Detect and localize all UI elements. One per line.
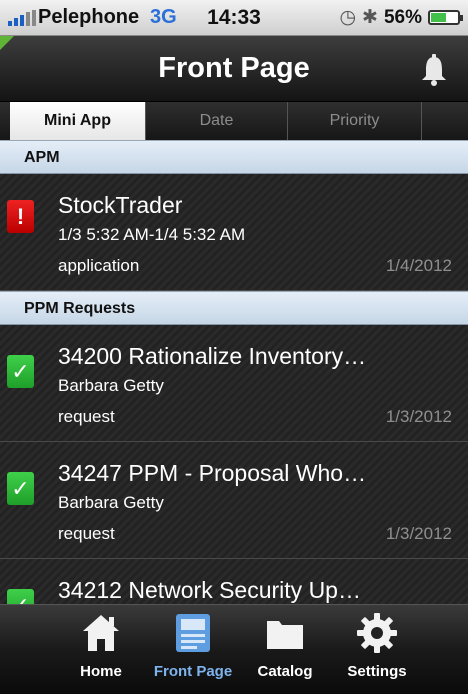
item-type: application <box>58 256 140 275</box>
page-title: Front Page <box>158 52 310 84</box>
list-item[interactable]: ✓ 34247 PPM - Proposal Who… Barbara Gett… <box>0 442 468 559</box>
tab-mini-app[interactable]: Mini App <box>10 102 146 140</box>
corner-indicator <box>0 36 14 50</box>
item-date: 1/3/2012 <box>385 407 452 426</box>
item-subtitle: Barbara Getty <box>58 376 164 395</box>
tab-priority[interactable]: Priority <box>288 102 422 140</box>
item-date: 1/4/2012 <box>385 256 452 275</box>
battery-icon <box>428 10 463 25</box>
check-icon: ✓ <box>7 589 34 604</box>
clock-icon: ◷ <box>339 7 357 28</box>
list-item[interactable]: ✓ 34212 Network Security Up… <box>0 559 468 604</box>
status-bar: Pelephone 3G 14:33 ◷ ✱ 56% <box>0 0 468 36</box>
folder-icon <box>267 621 303 649</box>
tabbar-label: Home <box>80 663 122 680</box>
item-title: 34247 PPM - Proposal Who… <box>58 460 367 486</box>
section-header-ppm-requests: PPM Requests <box>0 291 468 325</box>
nav-bar: Front Page <box>0 36 468 102</box>
item-title: StockTrader <box>58 192 183 218</box>
tabbar-front-page[interactable]: Front Page <box>141 611 245 680</box>
status-right: ◷ ✱ 56% <box>339 6 463 29</box>
check-icon: ✓ <box>7 472 34 505</box>
list-item[interactable]: ✓ 34200 Rationalize Inventory… Barbara G… <box>0 325 468 442</box>
tabbar-catalog[interactable]: Catalog <box>233 611 337 680</box>
tab-overflow <box>422 102 458 140</box>
bottom-tab-bar: Home Front Page Catalog Settings <box>0 604 468 694</box>
item-title: 34200 Rationalize Inventory… <box>58 343 367 369</box>
home-icon <box>83 615 119 651</box>
check-icon: ✓ <box>7 355 34 388</box>
tab-date[interactable]: Date <box>146 102 288 140</box>
item-list[interactable]: APM ! StockTrader 1/3 5:32 AM-1/4 5:32 A… <box>0 140 468 604</box>
tabbar-label: Front Page <box>153 663 233 680</box>
item-type: request <box>58 407 115 426</box>
item-subtitle: 1/3 5:32 AM-1/4 5:32 AM <box>58 225 246 244</box>
bluetooth-icon: ✱ <box>362 7 378 28</box>
tabbar-label: Catalog <box>257 663 313 680</box>
bell-icon[interactable] <box>420 54 448 86</box>
item-title: 34212 Network Security Up… <box>58 577 361 603</box>
list-item[interactable]: ! StockTrader 1/3 5:32 AM-1/4 5:32 AM ap… <box>0 174 468 291</box>
front-page-icon <box>176 614 210 652</box>
item-type: request <box>58 524 115 543</box>
segmented-tabs: Mini App Date Priority <box>0 102 468 140</box>
alert-icon: ! <box>7 200 34 233</box>
item-date: 1/3/2012 <box>385 524 452 543</box>
tabbar-label: Settings <box>347 663 407 680</box>
section-header-apm: APM <box>0 140 468 174</box>
battery-percent: 56% <box>383 6 422 28</box>
gear-icon <box>357 613 397 653</box>
item-subtitle: Barbara Getty <box>58 493 164 512</box>
tabbar-settings[interactable]: Settings <box>325 611 429 680</box>
tabbar-home[interactable]: Home <box>49 611 153 680</box>
